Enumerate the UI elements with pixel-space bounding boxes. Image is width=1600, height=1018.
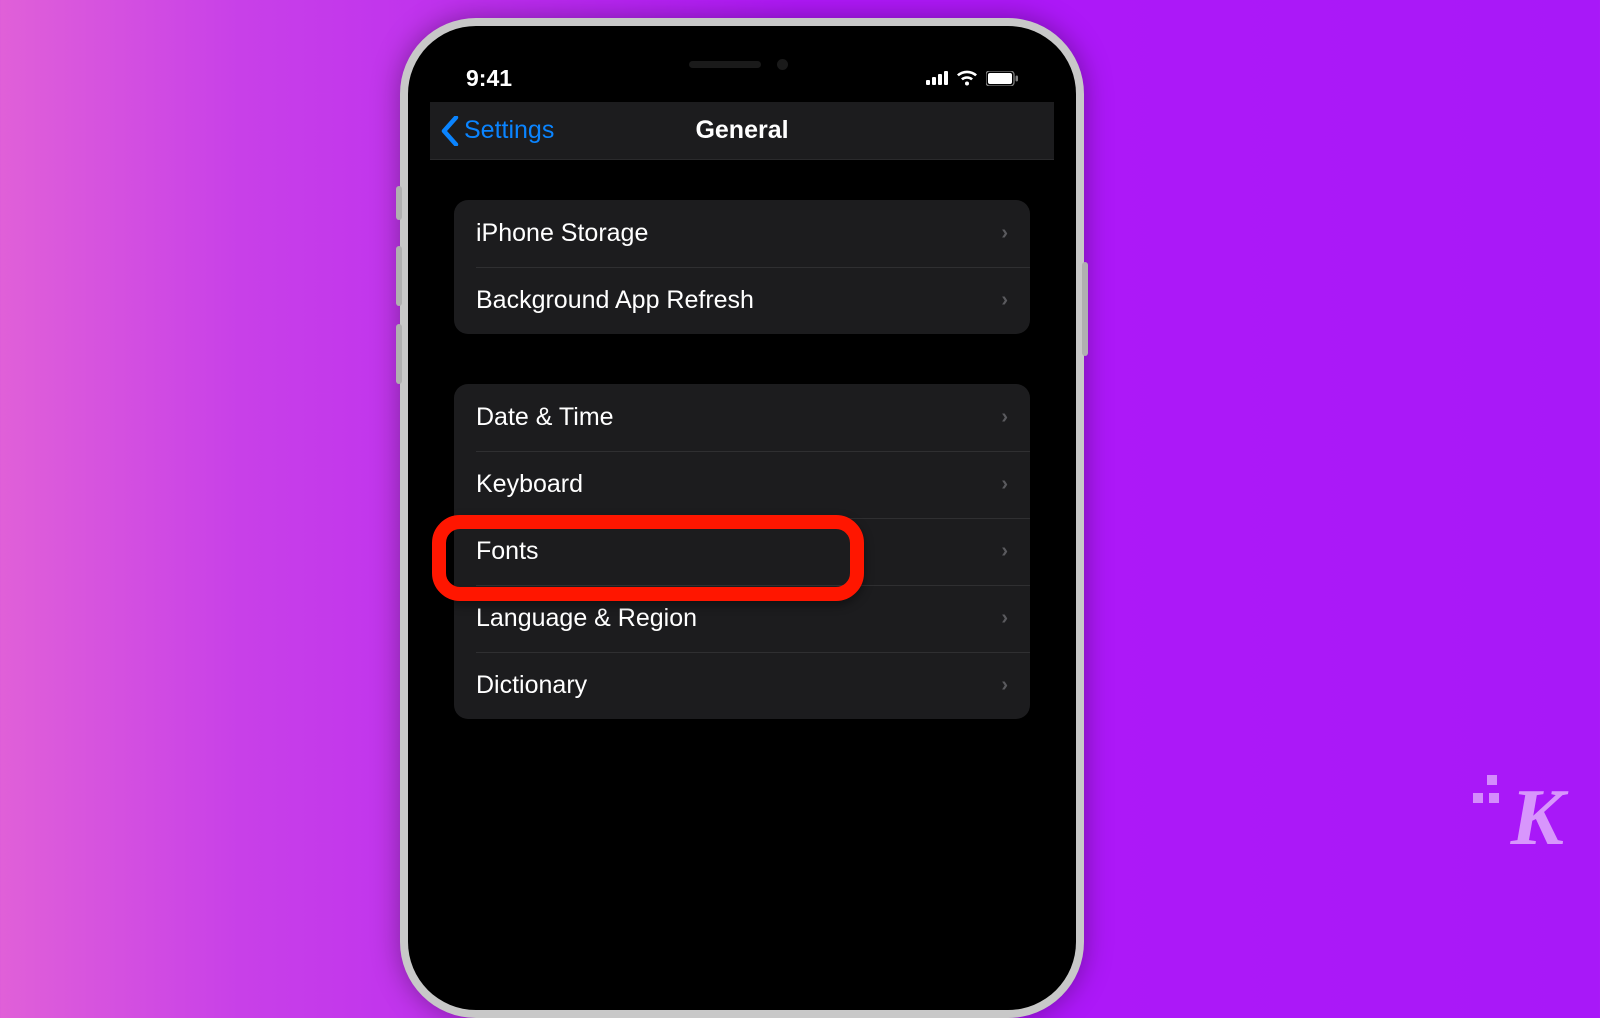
row-fonts[interactable]: Fonts › bbox=[454, 518, 1030, 585]
row-label: Date & Time bbox=[476, 403, 614, 432]
content: iPhone Storage › Background App Refresh … bbox=[430, 160, 1054, 719]
phone-frame: 9:41 bbox=[400, 18, 1084, 1018]
row-label: iPhone Storage bbox=[476, 219, 648, 248]
settings-group-1: iPhone Storage › Background App Refresh … bbox=[454, 200, 1030, 334]
settings-group-2: Date & Time › Keyboard › Fonts › Languag… bbox=[454, 384, 1030, 719]
chevron-right-icon: › bbox=[1001, 222, 1008, 245]
notch bbox=[617, 48, 867, 86]
power-button bbox=[1082, 262, 1088, 356]
chevron-right-icon: › bbox=[1001, 607, 1008, 630]
cellular-icon bbox=[926, 71, 948, 85]
battery-icon bbox=[986, 71, 1018, 86]
watermark-logo: K bbox=[1511, 773, 1560, 864]
chevron-right-icon: › bbox=[1001, 674, 1008, 697]
row-label: Dictionary bbox=[476, 671, 587, 700]
wifi-icon bbox=[956, 70, 978, 86]
volume-down-button bbox=[396, 324, 402, 384]
chevron-right-icon: › bbox=[1001, 473, 1008, 496]
row-keyboard[interactable]: Keyboard › bbox=[454, 451, 1030, 518]
row-date-time[interactable]: Date & Time › bbox=[454, 384, 1030, 451]
status-time: 9:41 bbox=[466, 65, 512, 92]
row-background-app-refresh[interactable]: Background App Refresh › bbox=[454, 267, 1030, 334]
row-dictionary[interactable]: Dictionary › bbox=[454, 652, 1030, 719]
mute-switch bbox=[396, 186, 402, 220]
back-button[interactable]: Settings bbox=[440, 116, 554, 146]
row-iphone-storage[interactable]: iPhone Storage › bbox=[454, 200, 1030, 267]
back-label: Settings bbox=[464, 116, 554, 145]
row-label: Fonts bbox=[476, 537, 539, 566]
volume-up-button bbox=[396, 246, 402, 306]
row-label: Language & Region bbox=[476, 604, 697, 633]
chevron-right-icon: › bbox=[1001, 540, 1008, 563]
page-title: General bbox=[695, 116, 788, 145]
row-language-region[interactable]: Language & Region › bbox=[454, 585, 1030, 652]
screen: 9:41 bbox=[430, 48, 1054, 988]
chevron-left-icon bbox=[440, 116, 460, 146]
phone-bezel: 9:41 bbox=[408, 26, 1076, 1010]
chevron-right-icon: › bbox=[1001, 289, 1008, 312]
row-label: Background App Refresh bbox=[476, 286, 754, 315]
status-icons bbox=[926, 70, 1018, 86]
nav-bar: Settings General bbox=[430, 102, 1054, 160]
row-label: Keyboard bbox=[476, 470, 583, 499]
chevron-right-icon: › bbox=[1001, 406, 1008, 429]
